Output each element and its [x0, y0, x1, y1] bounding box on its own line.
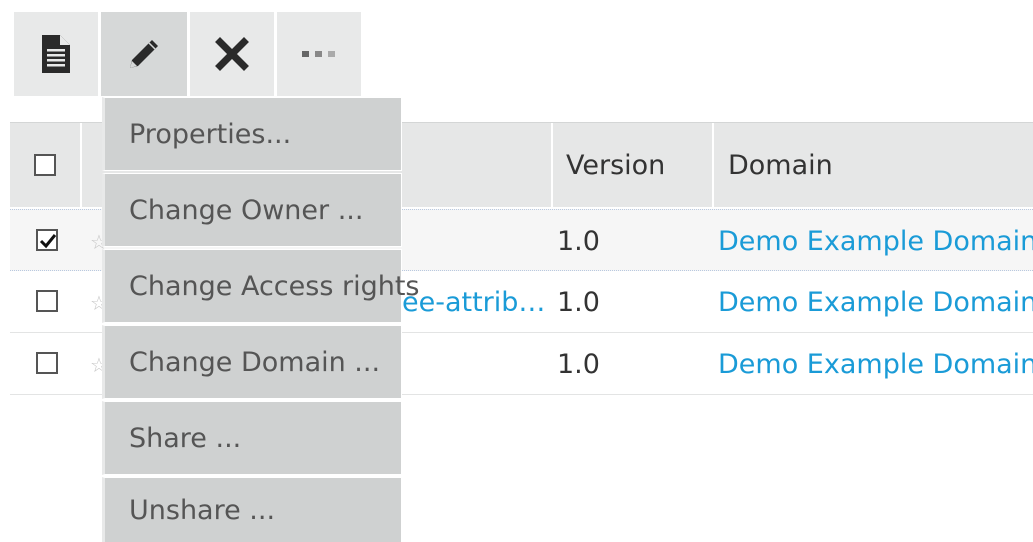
row-version: 1.0: [557, 348, 600, 380]
row-checkbox[interactable]: [36, 229, 58, 251]
row-checkbox[interactable]: [36, 290, 58, 312]
row-version: 1.0: [557, 286, 600, 318]
column-header-domain[interactable]: Domain: [728, 123, 1028, 207]
close-icon: [214, 36, 250, 72]
more-icon: [301, 49, 337, 59]
checkmark-icon: [39, 234, 57, 249]
more-button[interactable]: [277, 12, 361, 96]
menu-item-unshare[interactable]: Unshare ...: [102, 477, 402, 542]
row-domain-link[interactable]: Demo Example Domain: [718, 271, 1033, 333]
pencil-icon: [124, 34, 164, 74]
column-divider: [551, 123, 553, 207]
menu-item-change-owner[interactable]: Change Owner ...: [102, 173, 402, 247]
row-checkbox[interactable]: [36, 352, 58, 374]
row-domain-link[interactable]: Demo Example Domain: [718, 333, 1033, 395]
edit-button[interactable]: [101, 12, 187, 96]
menu-item-change-access-rights[interactable]: Change Access rights: [102, 249, 419, 323]
menu-item-properties[interactable]: Properties...: [102, 97, 402, 171]
document-icon: [40, 33, 72, 75]
select-all-checkbox[interactable]: [34, 154, 56, 176]
menu-item-share[interactable]: Share ...: [102, 401, 402, 475]
delete-button[interactable]: [190, 12, 274, 96]
row-name-link[interactable]: ee-attrib…: [402, 271, 545, 333]
column-divider: [712, 123, 714, 207]
select-all-cell: [10, 123, 80, 207]
row-version: 1.0: [557, 225, 600, 257]
column-header-version[interactable]: Version: [566, 123, 706, 207]
new-document-button[interactable]: [14, 12, 98, 96]
row-domain-link[interactable]: Demo Example Domain: [718, 210, 1033, 272]
menu-item-change-domain[interactable]: Change Domain ...: [102, 325, 402, 399]
column-divider: [80, 123, 82, 207]
